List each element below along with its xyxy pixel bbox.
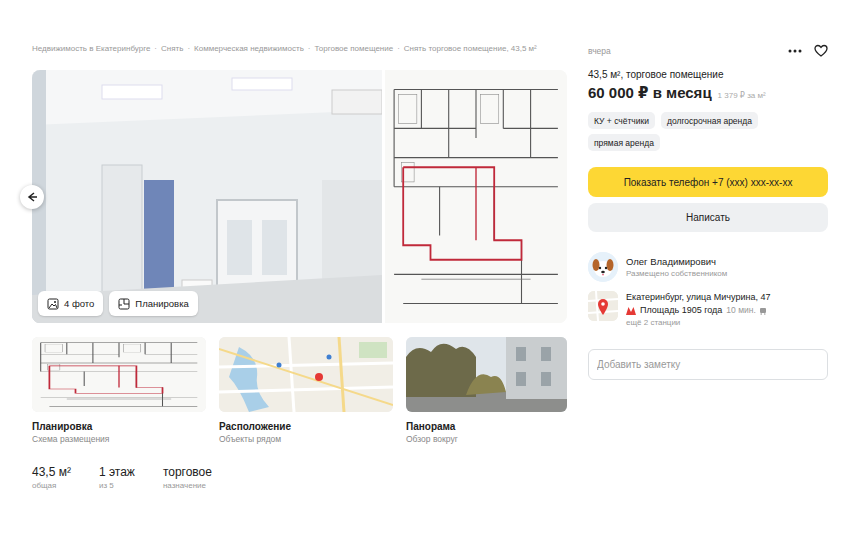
- floor-plan-icon: [118, 298, 130, 310]
- breadcrumb-link[interactable]: Снять: [161, 42, 183, 56]
- arrow-left-icon: [27, 192, 37, 202]
- breadcrumb-separator: ·: [154, 42, 157, 56]
- stat-value: торговое: [163, 465, 212, 480]
- tag: прямая аренда: [588, 134, 660, 151]
- breadcrumb-link[interactable]: Коммерческая недвижимость: [194, 42, 304, 56]
- breadcrumb-separator: ·: [308, 42, 311, 56]
- address-map-tile: [588, 291, 618, 321]
- note-field: [588, 349, 828, 380]
- header-actions: [788, 44, 828, 58]
- stat-value: 43,5 м²: [32, 465, 71, 480]
- photos-button[interactable]: 4 фото: [38, 291, 103, 316]
- gallery-buttons: 4 фото Планировка: [38, 291, 198, 316]
- photos-label: 4 фото: [64, 298, 94, 309]
- thumbnail-image: [32, 337, 206, 412]
- info-thumbnails: ПланировкаСхема размещенияРасположениеОб…: [32, 337, 567, 445]
- seller-text: Олег ВладимировичРазмещено собственником: [626, 255, 727, 280]
- prev-photo-button[interactable]: [20, 185, 44, 209]
- listing-page: Недвижимость в Екатеринбурге · Снять · Комме…: [0, 0, 860, 492]
- more-stations-link[interactable]: ещё 2 станции: [626, 317, 770, 329]
- price-per-m2: 1 379 ₽ за м²: [718, 91, 766, 100]
- seller-info: Олег ВладимировичРазмещено собственником: [588, 252, 828, 282]
- listing-header: вчера: [588, 42, 828, 60]
- seller-avatar: [588, 252, 618, 282]
- seller-note: Размещено собственником: [626, 268, 727, 280]
- metro-station[interactable]: Площадь 1905 года: [640, 304, 722, 317]
- photo-icon: [47, 298, 59, 310]
- property-stats: 43,5 м²общая 1 этажиз 5 торговоеназначение: [32, 465, 567, 492]
- favorite-button[interactable]: [814, 44, 828, 58]
- thumbnail-image: [219, 337, 393, 412]
- photo-gallery: 4 фото Планировка: [32, 70, 567, 323]
- stat-label: общая: [32, 480, 71, 492]
- write-button[interactable]: Написать: [588, 203, 828, 232]
- thumbnail-subtitle: Схема размещения: [32, 433, 206, 445]
- walk-time-text: 10 мин.: [726, 304, 755, 317]
- address: Екатеринбург, улица Мичурина, 47: [626, 291, 770, 304]
- thumbnail-card[interactable]: РасположениеОбъекты рядом: [219, 337, 393, 445]
- show-phone-button[interactable]: Показать телефон +7 (ххх) ххх-хх-хх: [588, 167, 828, 197]
- stat-label: назначение: [163, 480, 212, 492]
- thumbnail-card[interactable]: ПанорамаОбзор вокруг: [406, 337, 567, 445]
- seller-name[interactable]: Олег Владимирович: [626, 255, 727, 268]
- thumbnail-title: Панорама: [406, 420, 567, 433]
- metro-icon: [626, 307, 636, 315]
- breadcrumb-link[interactable]: Торговое помещение: [315, 42, 394, 56]
- thumbnail-title: Расположение: [219, 420, 393, 433]
- stat-item: 43,5 м²общая: [32, 465, 71, 492]
- thumbnail-title: Планировка: [32, 420, 206, 433]
- plan-button[interactable]: Планировка: [109, 291, 197, 316]
- stat-value: 1 этаж: [99, 465, 135, 480]
- stat-item: торговоеназначение: [163, 465, 212, 492]
- panorama-thumbnail: [406, 337, 567, 412]
- dog-avatar-icon: [588, 252, 618, 282]
- thumbnail-image: [406, 337, 567, 412]
- walk-time: 10 мин.: [726, 304, 766, 317]
- breadcrumb-link[interactable]: Недвижимость в Екатеринбурге: [32, 42, 150, 56]
- more-dots-icon: [788, 44, 802, 58]
- main-photo[interactable]: [32, 70, 382, 323]
- tag: КУ + счётчики: [588, 112, 655, 129]
- bus-icon: [759, 307, 767, 315]
- plan-thumbnail: [32, 337, 206, 412]
- breadcrumbs: Недвижимость в Екатеринбурге · Снять · Комме…: [32, 42, 567, 56]
- metro-line: Площадь 1905 года 10 мин.: [626, 304, 770, 317]
- map-pin-icon: [588, 291, 618, 321]
- listing-title: 43,5 м², торговое помещение: [588, 68, 828, 81]
- floor-plan-image: [385, 70, 567, 323]
- thumbnail-subtitle: Обзор вокруг: [406, 433, 567, 445]
- room-photo: [32, 70, 382, 323]
- note-input[interactable]: [597, 359, 819, 370]
- breadcrumb-link[interactable]: Снять торговое помещение, 43,5 м²: [404, 42, 537, 56]
- address-text: Екатеринбург, улица Мичурина, 47Площадь …: [626, 291, 770, 329]
- breadcrumb-separator: ·: [397, 42, 400, 56]
- thumbnail-card[interactable]: ПланировкаСхема размещения: [32, 337, 206, 445]
- floor-plan-preview[interactable]: [385, 70, 567, 323]
- map-thumbnail: [219, 337, 393, 412]
- sidebar: вчера 43,5 м², торговое помещение 60 000 ₽…: [588, 42, 828, 492]
- heart-icon: [814, 44, 828, 58]
- plan-label: Планировка: [135, 298, 188, 309]
- stat-label: из 5: [99, 480, 135, 492]
- main-column: Недвижимость в Екатеринбурге · Снять · Комме…: [32, 42, 567, 492]
- posted-date: вчера: [588, 46, 611, 56]
- more-button[interactable]: [788, 44, 802, 58]
- thumbnail-subtitle: Объекты рядом: [219, 433, 393, 445]
- breadcrumb-separator: ·: [187, 42, 190, 56]
- tag-list: КУ + счётчики долгосрочная арендапрямая а…: [588, 112, 828, 151]
- tag: долгосрочная аренда: [661, 112, 758, 129]
- price-line: 60 000 ₽ в месяц 1 379 ₽ за м²: [588, 83, 828, 103]
- stat-item: 1 этажиз 5: [99, 465, 135, 492]
- address-info: Екатеринбург, улица Мичурина, 47Площадь …: [588, 291, 828, 329]
- price: 60 000 ₽ в месяц: [588, 83, 712, 103]
